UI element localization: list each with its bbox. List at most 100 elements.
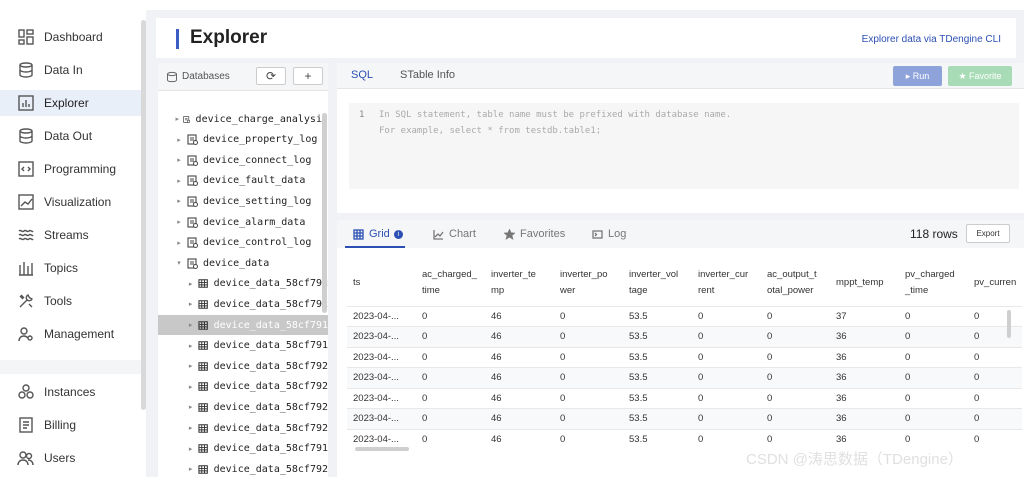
caret-right-icon[interactable]: ▸	[174, 136, 184, 144]
sidebar-item-billing[interactable]: Billing	[0, 412, 143, 438]
cli-link[interactable]: Explorer data via TDengine CLI	[862, 34, 1001, 45]
tree-item-table[interactable]: ▸ device_charge_analysis	[158, 109, 328, 129]
column-header[interactable]: pv_charged _time	[899, 260, 968, 306]
table-cell: 0	[416, 326, 485, 347]
run-button[interactable]: ▸ Run	[893, 66, 942, 86]
tree-item-subtable[interactable]: ▸ device_data_58cf792	[158, 397, 328, 417]
caret-right-icon[interactable]: ▸	[186, 342, 195, 350]
caret-right-icon[interactable]: ▸	[186, 424, 195, 432]
sidebar-item-programming[interactable]: Programming	[0, 156, 143, 182]
row-count: 118 rows	[910, 227, 958, 241]
caret-right-icon[interactable]: ▸	[186, 445, 195, 453]
table-cell: 0	[899, 387, 968, 409]
tree-item-subtable[interactable]: ▸ device_data_58cf792	[158, 418, 328, 438]
sidebar-item-data-out[interactable]: Data Out	[0, 123, 143, 149]
tree-item-subtable[interactable]: ▸ device_data_58cf792	[158, 377, 328, 397]
export-button[interactable]: Export	[966, 224, 1010, 243]
sidebar-item-users[interactable]: Users	[0, 445, 143, 471]
tree-scrollbar[interactable]	[322, 113, 327, 313]
table-row[interactable]: 2023-04-... 0 46 0 53.5 0 0 36 0 0	[347, 326, 1023, 347]
tab-stable-info[interactable]: STable Info	[400, 69, 455, 81]
sidebar-item-tools[interactable]: Tools	[0, 288, 143, 314]
tab-sql[interactable]: SQL	[351, 69, 373, 81]
add-database-button[interactable]: +	[293, 67, 323, 85]
tree-item-subtable[interactable]: ▸ device_data_58cf792	[158, 459, 328, 477]
table-row[interactable]: 2023-04-... 0 46 0 53.5 0 0 36 0 0	[347, 387, 1023, 409]
sidebar-item-data-in[interactable]: Data In	[0, 57, 143, 83]
column-header[interactable]: ac_charged_ time	[416, 260, 485, 306]
table-row[interactable]: 2023-04-... 0 46 0 53.5 0 0 36 0 0	[347, 428, 1023, 450]
tab-grid[interactable]: Grid i	[353, 228, 403, 240]
table-cell: 0	[554, 346, 623, 368]
sidebar-item-streams[interactable]: Streams	[0, 222, 143, 248]
tab-chart[interactable]: Chart	[433, 228, 476, 240]
sidebar-item-label: Programming	[44, 162, 117, 176]
tree-item-table[interactable]: ▸ device_connect_log	[158, 150, 328, 170]
column-header[interactable]: inverter_cur rent	[692, 260, 761, 306]
subtable-icon	[198, 382, 209, 392]
tree-item-subtable[interactable]: ▸ device_data_58cf791	[158, 336, 328, 356]
sql-editor[interactable]: 1 In SQL statement, table name must be p…	[349, 103, 1019, 189]
caret-right-icon[interactable]: ▸	[174, 115, 180, 123]
table-cell: 0	[968, 408, 1023, 429]
caret-right-icon[interactable]: ▸	[186, 465, 195, 473]
column-header[interactable]: inverter_po wer	[554, 260, 623, 306]
sidebar-item-topics[interactable]: Topics	[0, 255, 143, 281]
tree-item-subtable[interactable]: ▸ device_data_58cf792	[158, 294, 328, 314]
caret-right-icon[interactable]: ▸	[174, 156, 184, 164]
table-cell: 0	[554, 326, 623, 347]
column-header[interactable]: mppt_temp	[830, 260, 899, 306]
caret-right-icon[interactable]: ▸	[186, 403, 195, 411]
refresh-button[interactable]: ⟳	[256, 67, 286, 85]
database-icon	[167, 71, 177, 83]
tree-item-table[interactable]: ▸ device_property_log	[158, 130, 328, 150]
table-icon	[187, 134, 198, 146]
sidebar-item-instances[interactable]: Instances	[0, 379, 143, 405]
tree-item-table[interactable]: ▸ device_control_log	[158, 233, 328, 253]
caret-right-icon[interactable]: ▸	[174, 239, 184, 247]
tab-favorites[interactable]: Favorites	[504, 228, 565, 240]
tree-item-table[interactable]: ▸ device_setting_log	[158, 191, 328, 211]
column-header[interactable]: pv_curren	[968, 260, 1022, 306]
sidebar-item-dashboard[interactable]: Dashboard	[0, 24, 143, 50]
vertical-scrollbar[interactable]	[1007, 310, 1011, 338]
table-cell: 36	[830, 346, 899, 368]
tree-item-subtable[interactable]: ▸ device_data_58cf792	[158, 356, 328, 376]
caret-right-icon[interactable]: ▸	[186, 383, 195, 391]
caret-right-icon[interactable]: ▸	[174, 197, 184, 205]
column-header[interactable]: inverter_vol tage	[623, 260, 692, 306]
sidebar-item-management[interactable]: Management	[0, 321, 143, 347]
main-area: Explorer Explorer data via TDengine CLI …	[146, 0, 1024, 477]
table-cell: 36	[830, 326, 899, 347]
tree-item-subtable[interactable]: ▸ device_data_58cf791	[158, 439, 328, 459]
table-row[interactable]: 2023-04-... 0 46 0 53.5 0 0 36 0 0	[347, 346, 1023, 368]
info-icon[interactable]: i	[393, 229, 403, 239]
tree-item-table[interactable]: ▸ device_fault_data	[158, 171, 328, 191]
tab-chart-label: Chart	[449, 228, 476, 240]
tree-item-table[interactable]: ▾ device_data	[158, 253, 328, 273]
sidebar-item-visualization[interactable]: Visualization	[0, 189, 143, 215]
column-header[interactable]: inverter_te mp	[485, 260, 554, 306]
column-header[interactable]: ts	[347, 260, 416, 306]
caret-right-icon[interactable]: ▸	[174, 177, 184, 185]
tree-item-subtable[interactable]: ▸ device_data_58cf791	[158, 315, 328, 335]
tab-log[interactable]: Log	[592, 228, 626, 240]
caret-right-icon[interactable]: ▸	[186, 362, 195, 370]
caret-down-icon[interactable]: ▾	[174, 259, 184, 267]
caret-right-icon[interactable]: ▸	[186, 280, 195, 288]
table-row[interactable]: 2023-04-... 0 46 0 53.5 0 0 36 0 0	[347, 408, 1023, 429]
caret-right-icon[interactable]: ▸	[186, 321, 195, 329]
column-header[interactable]: ac_output_t otal_power	[761, 260, 830, 306]
favorite-button[interactable]: ★ Favorite	[948, 66, 1012, 86]
table-row[interactable]: 2023-04-... 0 46 0 53.5 0 0 36 0 0	[347, 367, 1023, 388]
table-cell: 0	[692, 305, 761, 327]
table-icon	[187, 237, 198, 249]
caret-right-icon[interactable]: ▸	[186, 300, 195, 308]
horizontal-scrollbar[interactable]	[355, 447, 409, 451]
caret-right-icon[interactable]: ▸	[174, 218, 184, 226]
tree-item-subtable[interactable]: ▸ device_data_58cf792	[158, 274, 328, 294]
table-row[interactable]: 2023-04-... 0 46 0 53.5 0 0 37 0 0	[347, 305, 1023, 327]
sidebar-item-explorer[interactable]: Explorer	[0, 90, 143, 116]
tree-item-table[interactable]: ▸ device_alarm_data	[158, 212, 328, 232]
table-cell: 0	[761, 428, 830, 450]
